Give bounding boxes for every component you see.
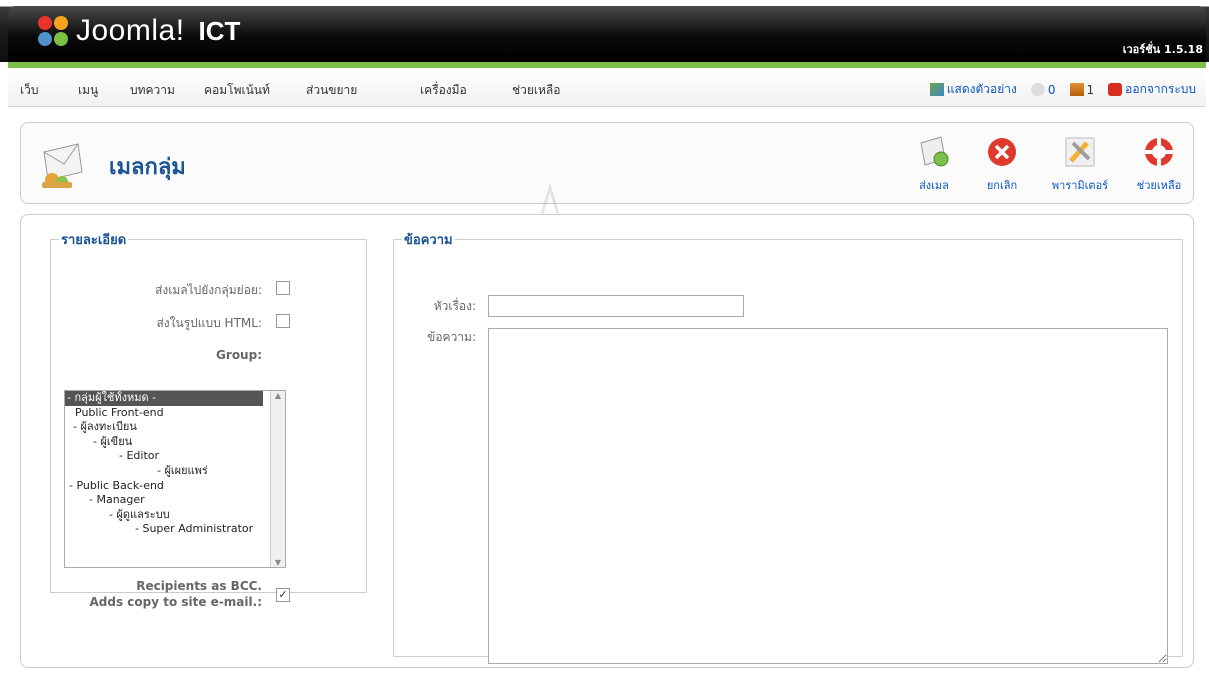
preview-link[interactable]: แสดงตัวอย่าง — [947, 80, 1017, 99]
group-option[interactable]: Public Front-end — [65, 406, 285, 421]
message-textarea[interactable] — [488, 328, 1168, 664]
messages-icon — [1030, 83, 1045, 96]
subject-label: หัวเรื่อง: — [433, 299, 476, 313]
lifebuoy-icon — [1145, 138, 1173, 166]
help-label: ช่วยเหลือ — [1136, 179, 1182, 192]
group-option[interactable]: - กลุ่มผู้ใช้ทั้งหมด - — [65, 391, 263, 406]
menu-tools[interactable]: เครื่องมือ — [420, 81, 467, 100]
brand-name: Joomla! — [76, 14, 185, 47]
help-button[interactable]: ช่วยเหลือ — [1133, 135, 1185, 194]
send-mail-icon — [920, 136, 949, 167]
logout-icon — [1108, 83, 1123, 96]
details-legend: รายละเอียด — [61, 233, 127, 248]
menu-menus[interactable]: เมนู — [78, 81, 98, 100]
site-name: ICT — [198, 15, 241, 46]
version-label: เวอร์ชั่น 1.5.18 — [1122, 43, 1203, 56]
message-legend: ข้อความ — [404, 233, 453, 248]
menu-site[interactable]: เว็บ — [20, 81, 38, 100]
menu-content[interactable]: บทความ — [130, 81, 175, 100]
menu-extensions[interactable]: ส่วนขยาย — [306, 81, 357, 100]
cancel-icon — [988, 138, 1016, 166]
cancel-label: ยกเลิก — [986, 179, 1018, 192]
scroll-up-icon[interactable]: ▲ — [271, 391, 285, 400]
group-option[interactable]: - Editor — [65, 449, 285, 464]
subject-input[interactable] — [488, 295, 744, 317]
joomla-mark-icon — [36, 14, 70, 48]
group-option[interactable]: - Super Administrator — [65, 522, 285, 537]
mass-mail-icon — [42, 143, 83, 188]
users-icon — [1069, 83, 1084, 96]
message-label: ข้อความ: — [427, 330, 476, 344]
group-select-list[interactable]: - กลุ่มผู้ใช้ทั้งหมด - Public Front-end … — [64, 390, 286, 568]
group-option[interactable]: - ผู้ลงทะเบียน — [65, 420, 285, 435]
group-label: Group: — [216, 348, 262, 362]
group-option[interactable]: - ผู้ดูแลระบบ — [65, 508, 285, 523]
messages-count[interactable]: 0 — [1048, 83, 1056, 97]
parameters-button[interactable]: พารามิเตอร์ — [1045, 135, 1115, 194]
send-html-checkbox[interactable] — [276, 314, 290, 328]
bcc-label-line2: Adds copy to site e-mail.: — [89, 595, 262, 609]
cancel-button[interactable]: ยกเลิก — [979, 135, 1025, 194]
joomla-logo: Joomla! ICT — [36, 14, 240, 48]
send-mail-label: ส่งเมล — [919, 179, 949, 192]
bcc-label: Recipients as BCC. Adds copy to site e-m… — [89, 578, 262, 610]
message-fieldset: ข้อความ หัวเรื่อง: ข้อความ: — [393, 229, 1183, 664]
parameters-label: พารามิเตอร์ — [1051, 179, 1109, 192]
bcc-checkbox[interactable]: ✓ — [276, 588, 290, 602]
group-list-scrollbar[interactable]: ▲ ▼ — [270, 391, 285, 567]
group-option[interactable]: - ผู้เขียน — [65, 435, 285, 450]
main-panel: รายละเอียด ส่งเมลไปยังกลุ่มย่อย: ส่งในรู… — [20, 214, 1194, 668]
menu-help[interactable]: ช่วยเหลือ — [512, 81, 561, 100]
send-html-label: ส่งในรูปแบบ HTML: — [156, 316, 262, 330]
menu-bar: เว็บ เมนู บทความ คอมโพเน้นท์ ส่วนขยาย เค… — [8, 68, 1206, 107]
page-title: เมลกลุ่ม — [109, 155, 186, 180]
details-fieldset: รายละเอียด ส่งเมลไปยังกลุ่มย่อย: ส่งในรู… — [50, 229, 367, 609]
parameters-icon — [1065, 137, 1095, 167]
preview-icon — [929, 83, 944, 96]
status-bar: แสดงตัวอย่าง 0 1 ออกจากระบบ — [929, 80, 1196, 99]
group-option[interactable]: - ผู้เผยแพร่ — [65, 464, 285, 479]
scroll-down-icon[interactable]: ▼ — [271, 558, 285, 567]
group-option[interactable]: - Manager — [65, 493, 285, 508]
menu-components[interactable]: คอมโพเน้นท์ — [204, 81, 270, 100]
send-to-subgroups-checkbox[interactable] — [276, 281, 290, 295]
users-count: 1 — [1086, 82, 1095, 97]
logout-link[interactable]: ออกจากระบบ — [1125, 80, 1196, 99]
group-option[interactable]: - Public Back-end — [65, 479, 285, 494]
bcc-label-line1: Recipients as BCC. — [136, 579, 262, 593]
send-mail-button[interactable]: ส่งเมล — [911, 135, 957, 194]
send-to-subgroups-label: ส่งเมลไปยังกลุ่มย่อย: — [155, 283, 262, 297]
